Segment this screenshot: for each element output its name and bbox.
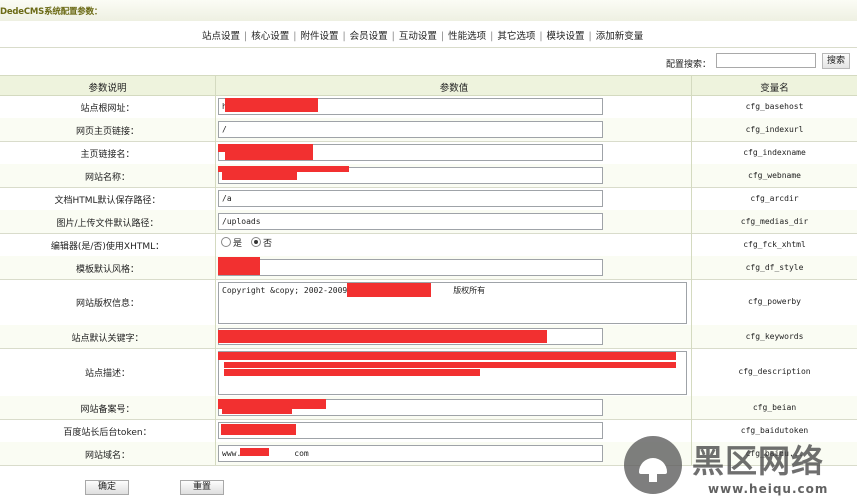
variable-name-arcdir: cfg_arcdir [750, 193, 799, 203]
tab-interaction-settings[interactable]: 互动设置 [399, 31, 437, 42]
value-textarea-powerby[interactable] [218, 282, 687, 324]
radio-option-no[interactable]: 否 [251, 236, 272, 249]
table-header: 参数说明 参数值 变量名 [0, 75, 857, 96]
row-label-fck-xhtml: 编辑器(是/否)使用XHTML： [50, 241, 165, 252]
row-label-indexurl: 网页主页链接： [75, 126, 139, 137]
redaction-mark [224, 362, 676, 368]
redaction-mark [225, 151, 313, 160]
variable-name-indexurl: cfg_indexurl [745, 124, 804, 134]
settings-tab-bar: 站点设置 | 核心设置 | 附件设置 | 会员设置 | 互动设置 | 性能选项 | 其它选项 | 模块设置 |… [0, 21, 857, 48]
variable-name-beian: cfg_beian [752, 402, 797, 412]
row-label-medias-dir: 图片/上传文件默认路径： [56, 218, 159, 229]
search-button[interactable]: 搜索 [822, 53, 850, 69]
redaction-mark [224, 369, 480, 376]
row-label-baidutoken: 百度站长后台token： [63, 427, 152, 438]
tab-site-settings[interactable]: 站点设置 [202, 31, 240, 42]
table-row: 网站名称： cfg_webname [0, 164, 857, 188]
value-input-df-style[interactable] [218, 259, 603, 276]
variable-name-keywords: cfg_keywords [745, 331, 804, 341]
table-row: 网站版权信息： cfg_powerby [0, 279, 857, 326]
variable-name-webname: cfg_webname [748, 170, 801, 180]
row-label-beian: 网站备案号： [80, 404, 135, 415]
redaction-mark [218, 352, 676, 360]
redaction-mark [222, 172, 297, 180]
page-title: DedeCMS系统配置参数： [0, 7, 103, 17]
tab-separator: | [244, 31, 248, 42]
tab-separator: | [440, 31, 445, 42]
table-row: 站点默认关键字： cfg_keywords [0, 325, 857, 349]
variable-name-medias-dir: cfg_medias_dir [740, 216, 809, 226]
redaction-mark [218, 330, 547, 343]
row-label-keywords: 站点默认关键字： [71, 333, 144, 344]
page-header: DedeCMS系统配置参数： [0, 0, 857, 22]
redaction-mark [240, 448, 269, 456]
redaction-mark [221, 424, 296, 435]
table-row: 网站备案号： cfg_beian [0, 396, 857, 420]
tab-member-settings[interactable]: 会员设置 [350, 31, 388, 42]
redaction-mark [218, 257, 260, 275]
table-row: 模板默认风格： cfg_df_style [0, 256, 857, 280]
table-row: 网页主页链接： cfg_indexurl [0, 118, 857, 142]
variable-name-description: cfg_description [738, 367, 811, 376]
tab-separator: | [588, 31, 592, 42]
watermark-name: 黑区网络 [692, 442, 825, 480]
confirm-button[interactable]: 确定 [85, 480, 129, 495]
column-header-variable: 变量名 [760, 83, 789, 94]
value-input-arcdir[interactable] [218, 190, 603, 207]
radio-option-yes[interactable]: 是 [221, 236, 242, 249]
watermark-url: www.heiqu.com [708, 482, 829, 496]
tab-add-variable[interactable]: 添加新变量 [596, 31, 644, 42]
redaction-mark [347, 283, 431, 297]
row-label-arcdir: 文档HTML默认保存路径： [54, 195, 161, 206]
table-row: 主页链接名： cfg_indexname [0, 141, 857, 165]
column-header-value: 参数值 [439, 83, 469, 94]
row-label-webname: 网站名称： [84, 172, 130, 183]
tab-module-settings[interactable]: 模块设置 [547, 31, 585, 42]
radio-button-icon[interactable] [221, 237, 231, 247]
tab-separator: | [539, 31, 543, 42]
tab-separator: | [490, 31, 494, 42]
table-row: 站点描述： cfg_description [0, 348, 857, 397]
tab-separator: | [293, 31, 297, 42]
table-row: 图片/上传文件默认路径： cfg_medias_dir [0, 210, 857, 234]
radio-option-label: 否 [263, 239, 273, 249]
value-input-medias-dir[interactable] [218, 213, 603, 230]
search-input[interactable] [716, 53, 816, 68]
value-input-indexurl[interactable] [218, 121, 603, 138]
variable-name-fck-xhtml: cfg_fck_xhtml [743, 239, 806, 249]
redaction-mark [225, 98, 318, 112]
tab-separator: | [342, 31, 346, 42]
variable-name-powerby: cfg_powerby [748, 297, 801, 306]
reset-button[interactable]: 重置 [180, 480, 224, 495]
tab-core-settings[interactable]: 核心设置 [251, 31, 289, 42]
tab-attachment-settings[interactable]: 附件设置 [300, 31, 338, 42]
variable-name-df-style: cfg_df_style [745, 262, 804, 272]
tab-performance-options[interactable]: 性能选项 [448, 31, 486, 42]
variable-name-basehost: cfg_basehost [745, 101, 804, 111]
column-divider [215, 75, 216, 465]
row-label-domain: 网站域名： [84, 450, 130, 461]
redaction-mark [222, 408, 292, 414]
variable-name-indexname: cfg_indexname [743, 147, 806, 157]
tab-other-options[interactable]: 其它选项 [497, 31, 535, 42]
radio-option-label: 是 [233, 239, 243, 249]
config-search-bar: 配置搜索： 搜索 [0, 48, 857, 74]
radio-button-icon[interactable] [251, 237, 261, 247]
watermark: 黑区网络 www.heiqu.com [622, 432, 857, 502]
value-input-domain[interactable] [218, 445, 603, 462]
column-divider [691, 75, 692, 465]
row-label-df-style: 模板默认风格： [75, 264, 139, 275]
row-label-powerby: 网站版权信息： [75, 299, 139, 309]
row-label-description: 站点描述： [84, 369, 130, 379]
table-row: 编辑器(是/否)使用XHTML： 是 否 cfg_fck_xhtml [0, 233, 857, 257]
table-row: 站点根网址： cfg_basehost [0, 95, 857, 119]
row-label-indexname: 主页链接名： [80, 149, 135, 160]
table-row: 文档HTML默认保存路径： cfg_arcdir [0, 187, 857, 211]
row-label-basehost: 站点根网址： [80, 103, 135, 114]
tab-separator: | [391, 31, 395, 42]
watermark-mushroom-logo-icon [624, 436, 682, 494]
search-label: 配置搜索： [666, 60, 712, 70]
column-header-description: 参数说明 [88, 83, 127, 94]
